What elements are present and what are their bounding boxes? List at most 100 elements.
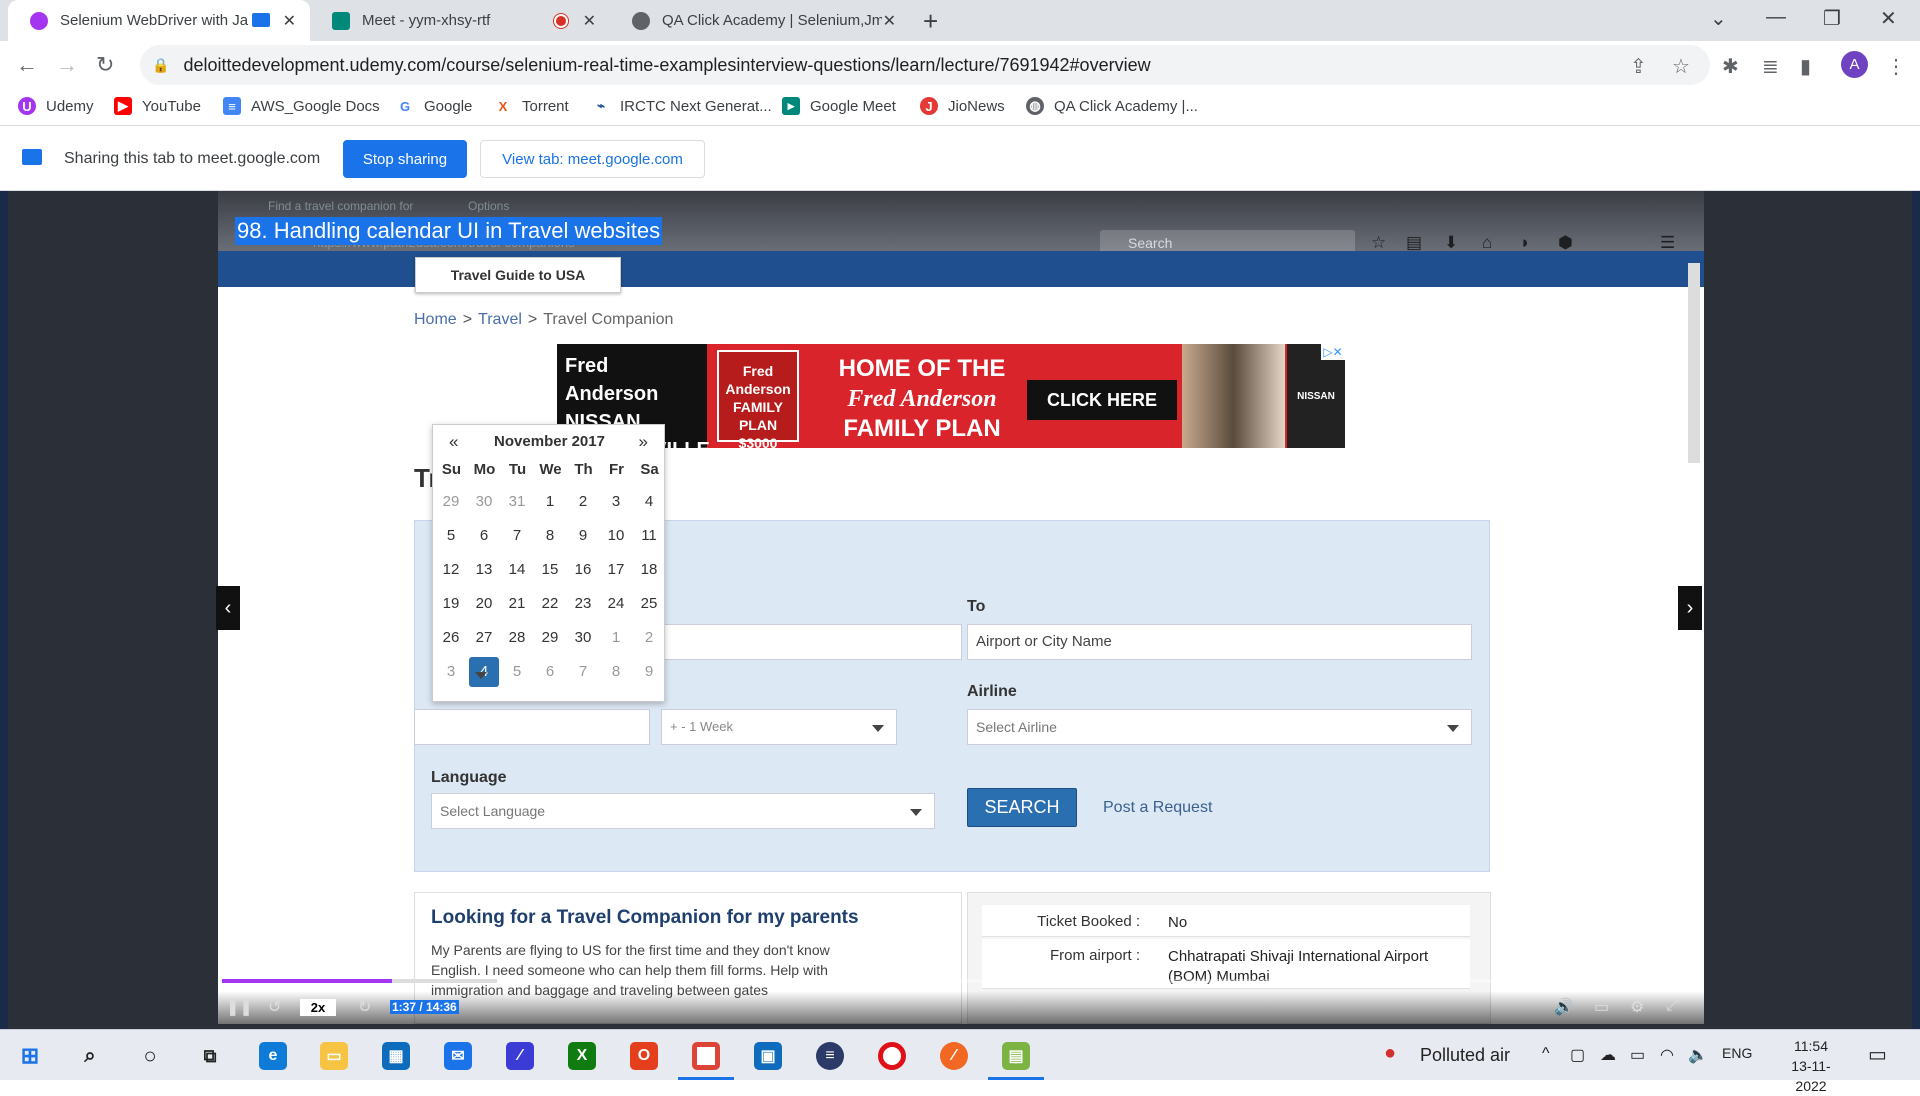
stop-sharing-button[interactable]: Stop sharing bbox=[343, 140, 467, 178]
store-icon[interactable]: ▦ bbox=[382, 1042, 410, 1070]
search-icon[interactable]: ⌕ bbox=[76, 1042, 104, 1070]
datepicker-day: 6 bbox=[545, 663, 555, 680]
restore-button[interactable]: ❐ bbox=[1823, 6, 1841, 31]
edge-icon[interactable]: e bbox=[259, 1042, 287, 1070]
close-window-button[interactable]: ✕ bbox=[1880, 6, 1897, 31]
captions-icon[interactable]: ▭ bbox=[1594, 997, 1609, 1017]
pause-icon[interactable]: ❚❚ bbox=[226, 997, 253, 1017]
wifi-icon[interactable]: ◠ bbox=[1660, 1045, 1674, 1065]
postman-icon[interactable]: ⁄ bbox=[940, 1042, 968, 1070]
language-indicator[interactable]: ENG bbox=[1722, 1045, 1752, 1061]
datepicker-weekday: Fr bbox=[609, 461, 624, 478]
view-tab-button[interactable]: View tab: meet.google.com bbox=[480, 140, 705, 178]
close-tab-icon[interactable]: ✕ bbox=[883, 11, 896, 31]
bookmark-label: QA Click Academy |... bbox=[1054, 97, 1198, 115]
profile-avatar[interactable]: A bbox=[1841, 51, 1868, 78]
media-icon[interactable]: ≣ bbox=[1762, 54, 1779, 79]
tab-search-icon[interactable]: ⌄ bbox=[1710, 6, 1727, 31]
meet-tray-icon[interactable]: ▢ bbox=[1570, 1045, 1585, 1065]
datepicker-day: 5 bbox=[512, 663, 522, 680]
windows-start-icon[interactable]: ⊞ bbox=[16, 1042, 44, 1070]
volume-icon[interactable]: 🔈 bbox=[1688, 1045, 1708, 1065]
bookmark-jionews[interactable]: J JioNews bbox=[920, 97, 1005, 115]
show-hidden-icons[interactable]: ^ bbox=[1542, 1045, 1550, 1063]
udemy-icon bbox=[30, 11, 48, 30]
datepicker-day: 9 bbox=[578, 527, 588, 544]
volume-icon[interactable]: 🔊 bbox=[1554, 997, 1574, 1017]
travel-guide-menu: Travel Guide to USA bbox=[415, 257, 621, 293]
playback-speed-button[interactable]: 2x bbox=[300, 999, 336, 1016]
xbox-icon[interactable]: X bbox=[568, 1042, 596, 1070]
side-panel-icon[interactable]: ▮ bbox=[1800, 54, 1811, 79]
air-quality-icon[interactable]: ● bbox=[1384, 1042, 1396, 1065]
sharing-message: Sharing this tab to meet.google.com bbox=[64, 150, 321, 167]
reload-icon[interactable]: ↻ bbox=[96, 52, 114, 78]
settings-icon[interactable]: ⚙ bbox=[1630, 997, 1644, 1017]
bookmark-label: YouTube bbox=[142, 97, 201, 115]
bookmark-aws-docs[interactable]: ≡ AWS_Google Docs bbox=[223, 97, 380, 115]
tab-udemy[interactable]: Selenium WebDriver with Ja ✕ bbox=[8, 0, 310, 41]
datepicker-day: 1 bbox=[545, 493, 555, 510]
bookmark-label: Google Meet bbox=[810, 97, 896, 115]
opera-icon[interactable] bbox=[878, 1042, 906, 1070]
progress-buffered bbox=[392, 979, 497, 983]
tab-qaclick[interactable]: QA Click Academy | Selenium,Jm ✕ bbox=[610, 0, 910, 41]
onedrive-icon[interactable]: ☁ bbox=[1600, 1045, 1616, 1065]
eclipse-icon[interactable]: ≡ bbox=[816, 1042, 844, 1070]
task-view-icon[interactable]: ⧉ bbox=[196, 1042, 224, 1070]
chrome-icon[interactable] bbox=[692, 1042, 720, 1070]
bookmark-qaclick[interactable]: ◍ QA Click Academy |... bbox=[1026, 97, 1198, 115]
datepicker-weekday: Tu bbox=[508, 461, 527, 478]
video-progress-bar[interactable] bbox=[222, 979, 1690, 983]
share-icon[interactable]: ⇪ bbox=[1630, 54, 1647, 79]
presentation-app-icon[interactable]: ▤ bbox=[1002, 1042, 1030, 1070]
video-content[interactable]: Find a travel companion for Options http… bbox=[218, 191, 1704, 1024]
power-automate-icon[interactable]: ⁄ bbox=[506, 1042, 534, 1070]
extensions-icon[interactable]: ✱ bbox=[1722, 54, 1739, 79]
bookmark-label: Google bbox=[424, 97, 473, 115]
new-tab-button[interactable]: + bbox=[923, 6, 938, 37]
office-icon[interactable]: O bbox=[630, 1042, 658, 1070]
fullscreen-icon[interactable]: ⤢ bbox=[1666, 997, 1679, 1015]
minimize-button[interactable]: — bbox=[1766, 6, 1786, 29]
download-icon: ⬇ bbox=[1444, 233, 1459, 252]
language-select: Select Language bbox=[431, 793, 935, 829]
meet-icon: ▸ bbox=[782, 97, 800, 115]
file-explorer-icon[interactable]: ▭ bbox=[320, 1042, 348, 1070]
datepicker-day: 23 bbox=[574, 595, 592, 612]
bookmark-udemy[interactable]: U Udemy bbox=[18, 97, 94, 115]
close-tab-icon[interactable]: ✕ bbox=[583, 11, 596, 31]
datepicker-day: 20 bbox=[475, 595, 493, 612]
forward-arrow-icon[interactable]: → bbox=[56, 52, 78, 78]
next-lecture-button[interactable]: › bbox=[1678, 586, 1702, 630]
datepicker-day: 27 bbox=[475, 629, 493, 646]
cortana-icon[interactable]: ○ bbox=[136, 1042, 164, 1070]
bookmark-irctc[interactable]: ⌁ IRCTC Next Generat... bbox=[592, 97, 772, 115]
battery-icon[interactable]: ▭ bbox=[1630, 1045, 1645, 1065]
notifications-icon[interactable]: ▭ bbox=[1868, 1042, 1887, 1067]
bookmark-torrent[interactable]: X Torrent bbox=[494, 97, 569, 115]
bookmark-meet[interactable]: ▸ Google Meet bbox=[782, 97, 896, 115]
datepicker-day: 7 bbox=[512, 527, 522, 544]
previous-lecture-button[interactable]: ‹ bbox=[216, 586, 240, 630]
tab-meet[interactable]: Meet - yym-xhsy-rtf ✕ bbox=[310, 0, 610, 41]
bookmark-youtube[interactable]: ▶ YouTube bbox=[114, 97, 201, 115]
mail-icon[interactable]: ✉ bbox=[444, 1042, 472, 1070]
globe-icon bbox=[632, 11, 650, 30]
taskbar-clock[interactable]: 11:54 13-11-2022 bbox=[1776, 1036, 1846, 1096]
remote-desktop-icon[interactable]: ▣ bbox=[754, 1042, 782, 1070]
datepicker-day: 16 bbox=[574, 561, 592, 578]
datepicker-day: 25 bbox=[640, 595, 658, 612]
address-bar[interactable]: 🔒 deloittedevelopment.udemy.com/course/s… bbox=[140, 45, 1710, 85]
back-arrow-icon[interactable]: ← bbox=[16, 52, 38, 78]
weather-text[interactable]: Polluted air bbox=[1420, 1045, 1510, 1066]
video-time: 1:37 / 14:36 bbox=[390, 1000, 459, 1014]
close-tab-icon[interactable]: ✕ bbox=[283, 11, 296, 31]
star-icon[interactable]: ☆ bbox=[1672, 54, 1690, 79]
datepicker-day: 18 bbox=[640, 561, 658, 578]
rewind-icon[interactable]: ↺ bbox=[268, 997, 281, 1017]
menu-icon[interactable]: ⋮ bbox=[1886, 54, 1906, 79]
bookmark-google[interactable]: G Google bbox=[396, 97, 472, 115]
forward-icon[interactable]: ↻ bbox=[358, 997, 371, 1017]
torrent-icon: X bbox=[498, 98, 508, 114]
